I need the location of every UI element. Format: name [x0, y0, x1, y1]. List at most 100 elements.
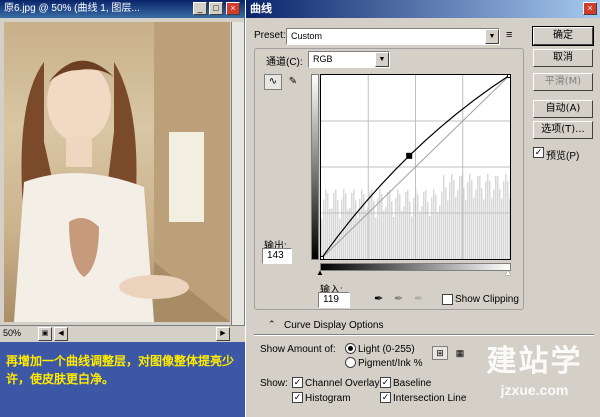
- curve-point: [318, 256, 324, 262]
- show-clipping-checkbox[interactable]: [442, 294, 453, 305]
- input-gradient: [320, 263, 511, 271]
- status-menu-icon[interactable]: ▣: [38, 327, 52, 341]
- histogram-bar: [389, 189, 391, 259]
- pigment-radio[interactable]: [345, 357, 356, 368]
- black-point-slider-icon[interactable]: ▲: [316, 268, 324, 277]
- histogram-bar: [339, 218, 341, 259]
- channel-overlays-checkbox[interactable]: ✓: [292, 377, 303, 388]
- histogram-bar: [441, 191, 443, 259]
- grid-10-icon[interactable]: ▦: [452, 346, 468, 360]
- smooth-button[interactable]: 平滑(M): [533, 73, 593, 91]
- site-watermark: 建站学 jzxue.com: [469, 342, 600, 417]
- scroll-right-icon[interactable]: ▶: [216, 327, 230, 341]
- pencil-tool-icon[interactable]: ✎: [284, 74, 302, 90]
- output-gradient: [311, 74, 319, 260]
- histogram-bar: [505, 174, 507, 259]
- curve-display-options-label[interactable]: Curve Display Options: [284, 320, 383, 331]
- histogram-bar: [425, 190, 427, 259]
- histogram-bar: [369, 192, 371, 259]
- histogram-bar: [379, 189, 381, 259]
- histogram-bar: [457, 190, 459, 259]
- preset-options-icon[interactable]: ≡: [506, 29, 512, 41]
- restore-button[interactable]: □: [209, 2, 223, 15]
- histogram-bar: [503, 181, 505, 259]
- gray-eyedropper-icon[interactable]: ✒: [394, 292, 403, 305]
- options-button[interactable]: 选项(T)...: [533, 121, 593, 139]
- histogram-bar: [375, 217, 377, 259]
- preset-select[interactable]: Custom ▼: [286, 28, 500, 45]
- preset-label: Preset:: [254, 30, 286, 41]
- tutorial-caption: 再增加一个曲线调整层，对图像整体提亮少许，使皮肤更白净。: [0, 342, 245, 417]
- input-field[interactable]: 119: [318, 292, 350, 308]
- histogram-bar: [469, 174, 471, 259]
- histogram-bar: [335, 189, 337, 259]
- preview-label: 预览(P): [546, 151, 580, 162]
- photo-canvas[interactable]: [4, 22, 230, 322]
- zoom-level: 50%: [3, 328, 22, 338]
- histogram-bar: [423, 191, 425, 259]
- dialog-title-bar[interactable]: 曲线: [246, 0, 600, 18]
- histogram-bar: [341, 199, 343, 259]
- histogram-bar: [421, 206, 423, 259]
- histogram-bar: [479, 175, 481, 259]
- black-eyedropper-icon[interactable]: ✒: [374, 292, 383, 305]
- histogram-bar: [429, 215, 431, 259]
- output-field[interactable]: 143: [262, 248, 292, 264]
- ok-button[interactable]: 确定: [532, 26, 594, 46]
- histogram-bar: [353, 189, 355, 259]
- document-window: 原6.jpg @ 50% (曲线 1, 图层... _ □ × 50% ▣ ◀ …: [0, 0, 245, 342]
- minimize-button[interactable]: _: [193, 2, 207, 15]
- dialog-close-button[interactable]: ×: [583, 2, 597, 15]
- channel-overlays-label: Channel Overlays: [305, 378, 385, 389]
- curve-graph[interactable]: [318, 72, 513, 262]
- curve-point: [507, 72, 513, 78]
- close-button[interactable]: ×: [226, 2, 240, 15]
- histogram-bar: [487, 174, 489, 259]
- histogram-bar: [417, 194, 419, 259]
- histogram-bar: [391, 201, 393, 259]
- histogram-bar: [325, 189, 327, 259]
- collapse-icon[interactable]: ⌃: [268, 319, 276, 330]
- curve-point: [406, 152, 413, 159]
- pigment-label: Pigment/Ink %: [358, 358, 423, 369]
- histogram-bar: [497, 175, 499, 259]
- document-status-bar: 50% ▣ ◀ ▶: [0, 325, 245, 342]
- white-point-slider-icon[interactable]: ▲: [504, 268, 512, 277]
- histogram-bar: [439, 205, 441, 259]
- intersection-line-checkbox[interactable]: ✓: [380, 392, 391, 403]
- channel-label: 通道(C):: [266, 57, 303, 68]
- light-radio[interactable]: [345, 343, 356, 354]
- grid-4-icon[interactable]: ⊞: [432, 346, 448, 360]
- histogram-bar: [435, 194, 437, 259]
- auto-button[interactable]: 自动(A): [533, 100, 593, 118]
- histogram-bar: [449, 182, 451, 259]
- histogram-bar: [405, 191, 407, 259]
- histogram-bar: [445, 187, 447, 259]
- baseline-label: Baseline: [393, 378, 432, 389]
- histogram-bar: [393, 216, 395, 259]
- document-title: 原6.jpg @ 50% (曲线 1, 图层...: [4, 3, 140, 14]
- baseline-checkbox[interactable]: ✓: [380, 377, 391, 388]
- histogram-bar: [347, 209, 349, 259]
- histogram-bar: [489, 180, 491, 259]
- preview-checkbox[interactable]: ✓: [533, 147, 544, 158]
- histogram-bar: [433, 189, 435, 259]
- histogram-checkbox[interactable]: ✓: [292, 392, 303, 403]
- channel-select[interactable]: RGB ▼: [308, 51, 390, 68]
- histogram-bar: [333, 192, 335, 259]
- histogram-bar: [431, 197, 433, 259]
- caption-text: 再增加一个曲线调整层，对图像整体提亮少许，使皮肤更白净。: [6, 354, 235, 386]
- histogram-bar: [411, 216, 413, 259]
- output-value: 143: [267, 250, 284, 261]
- scroll-left-icon[interactable]: ◀: [54, 327, 68, 341]
- histogram-bar: [323, 199, 325, 259]
- histogram-bar: [385, 207, 387, 259]
- histogram-bar: [377, 198, 379, 259]
- white-eyedropper-icon[interactable]: ✒: [414, 292, 423, 305]
- vertical-scrollbar[interactable]: [231, 22, 244, 325]
- histogram-bar: [337, 200, 339, 259]
- cancel-button[interactable]: 取消: [533, 49, 593, 67]
- histogram-bar: [371, 189, 373, 259]
- curve-tool-icon[interactable]: ∿: [264, 74, 282, 90]
- histogram-bar: [485, 181, 487, 259]
